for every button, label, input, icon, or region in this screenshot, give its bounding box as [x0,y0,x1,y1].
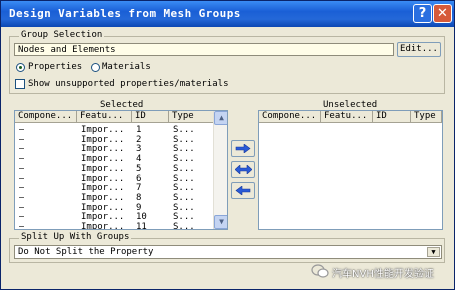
selected-cell[interactable]: – [19,174,24,184]
unselected-col-component[interactable]: Compone... [259,111,321,123]
split-dropdown[interactable]: Do Not Split the Property ▼ [14,245,442,259]
selected-cell[interactable]: 7 [136,183,141,193]
show-unsupported-label: Show unsupported properties/materials [28,79,229,89]
selected-col-feature[interactable]: Featu... [77,111,132,123]
edit-button[interactable]: Edit... [397,42,441,57]
selected-cell[interactable]: Impor... [81,135,124,145]
move-left-button[interactable] [231,182,255,199]
selected-cell[interactable]: – [19,154,24,164]
selected-cell[interactable]: Impor... [81,125,124,135]
selected-cell[interactable]: Impor... [81,193,124,203]
selected-cell[interactable]: 9 [136,203,141,213]
selected-cell[interactable]: Impor... [81,183,124,193]
selected-cell[interactable]: 6 [136,174,141,184]
selected-cell[interactable]: 5 [136,164,141,174]
selected-cell[interactable]: – [19,183,24,193]
arrow-swap-icon [235,165,252,174]
selected-cell[interactable]: S... [173,203,195,213]
selected-cell[interactable]: – [19,193,24,203]
group-selection-legend: Group Selection [19,30,105,40]
selected-cell[interactable]: S... [173,154,195,164]
unselected-title: Unselected [323,100,378,110]
selected-title: Selected [100,100,144,110]
selected-cell[interactable]: 2 [136,135,141,145]
title-bar[interactable]: Design Variables from Mesh Groups ? ✕ [1,1,454,27]
selected-cell[interactable]: 11 [136,222,147,229]
properties-radio[interactable] [16,63,25,72]
selected-cell[interactable]: Impor... [81,164,124,174]
unselected-table[interactable]: Compone... Featu... ID Type [258,110,443,230]
selected-cell[interactable]: 10 [136,212,147,222]
arrow-right-icon [235,144,251,153]
selected-cell[interactable]: Impor... [81,174,124,184]
selected-cell[interactable]: S... [173,144,195,154]
window-title: Design Variables from Mesh Groups [9,7,241,20]
selected-cell[interactable]: 3 [136,144,141,154]
selected-cell[interactable]: Impor... [81,144,124,154]
selected-scrollbar[interactable]: ▲ ▼ [213,111,227,229]
selected-cell[interactable]: S... [173,135,195,145]
move-right-button[interactable] [231,140,255,157]
selected-cell[interactable]: – [19,203,24,213]
scroll-up-icon[interactable]: ▲ [214,111,227,125]
selected-cell[interactable]: – [19,135,24,145]
selected-col-component[interactable]: Compone... [15,111,77,123]
unselected-col-id[interactable]: ID [373,111,411,123]
show-unsupported-checkbox[interactable] [15,79,25,89]
unselected-col-feature[interactable]: Featu... [321,111,373,123]
selected-cell[interactable]: Impor... [81,222,124,229]
materials-radio[interactable] [91,63,100,72]
selected-cell[interactable]: 4 [136,154,141,164]
selected-cell[interactable]: – [19,164,24,174]
unselected-col-type[interactable]: Type [411,111,442,123]
selected-cell[interactable]: S... [173,183,195,193]
selected-cell[interactable]: S... [173,164,195,174]
selected-cell[interactable]: Impor... [81,154,124,164]
selected-cell[interactable]: S... [173,222,195,229]
arrow-left-icon [235,186,251,195]
selected-cell[interactable]: – [19,222,24,229]
watermark-text: 汽车NVH性能开发验证 [332,269,434,280]
close-button[interactable]: ✕ [433,4,452,23]
selected-cell[interactable]: S... [173,212,195,222]
scroll-down-icon[interactable]: ▼ [214,215,227,229]
selected-col-type[interactable]: Type [169,111,214,123]
selected-col-id[interactable]: ID [132,111,169,123]
selected-cell[interactable]: 8 [136,193,141,203]
selected-cell[interactable]: – [19,125,24,135]
swap-button[interactable] [231,161,255,178]
dropdown-arrow-icon[interactable]: ▼ [427,247,440,257]
selected-cell[interactable]: – [19,144,24,154]
dialog-window: Design Variables from Mesh Groups ? ✕ Gr… [0,0,455,290]
properties-radio-label: Properties [28,62,83,72]
materials-radio-label: Materials [102,62,151,72]
selected-cell[interactable]: 1 [136,125,141,135]
group-selection-field: Nodes and Elements [14,43,394,56]
selected-cell[interactable]: Impor... [81,203,124,213]
selected-cell[interactable]: S... [173,125,195,135]
selected-table[interactable]: Compone... Featu... ID Type – Impor... 1 S.… [14,110,228,230]
split-dropdown-value: Do Not Split the Property [18,247,154,257]
selected-cell[interactable]: Impor... [81,212,124,222]
selected-cell[interactable]: – [19,212,24,222]
split-legend: Split Up With Groups [19,232,132,242]
selected-cell[interactable]: S... [173,193,195,203]
selected-cell[interactable]: S... [173,174,195,184]
help-button[interactable]: ? [413,4,432,23]
wechat-logo-icon [311,264,329,278]
